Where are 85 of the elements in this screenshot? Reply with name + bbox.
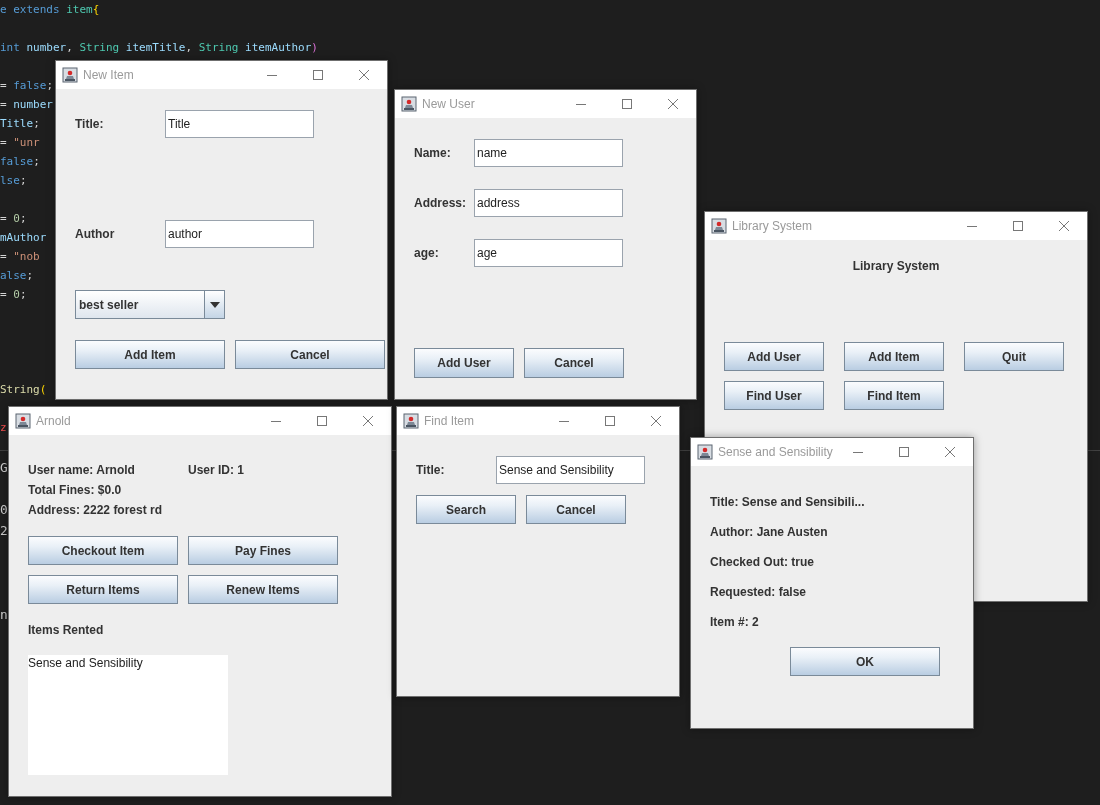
app-icon <box>403 413 419 429</box>
close-icon <box>358 69 370 81</box>
app-icon <box>401 96 417 112</box>
window-title: New Item <box>83 68 134 82</box>
action-button[interactable]: Find User <box>724 381 824 410</box>
text-field[interactable]: author <box>165 220 314 248</box>
field-label: Name: <box>414 146 452 160</box>
window-title: New User <box>422 97 475 111</box>
info-label: Item #: 2 <box>710 614 759 630</box>
action-button[interactable]: Cancel <box>526 495 626 524</box>
close-icon <box>944 446 956 458</box>
window-title: Library System <box>732 219 813 233</box>
maximize-icon <box>604 415 616 427</box>
action-button[interactable]: Add Item <box>844 342 944 371</box>
field-label: Title: <box>416 463 446 477</box>
code-line: alse; <box>0 268 34 284</box>
close-icon <box>667 98 679 110</box>
close-icon <box>1058 220 1070 232</box>
dropdown-arrow-icon <box>209 301 220 308</box>
code-line: = "unr <box>0 135 40 151</box>
text-field[interactable]: name <box>474 139 623 167</box>
code-line: = 0; <box>0 211 27 227</box>
window-title: Find Item <box>424 414 474 428</box>
code-line: int number, String itemTitle, String itemAuthor) <box>0 40 318 56</box>
field-label: age: <box>414 246 440 260</box>
terminal-line: 0 <box>0 501 8 519</box>
code-line: mAuthor <box>0 230 47 246</box>
app-icon <box>711 218 727 234</box>
action-button[interactable]: Return Items <box>28 575 178 604</box>
action-button[interactable]: OK <box>790 647 940 676</box>
code-line: Title; <box>0 116 40 132</box>
text-field[interactable]: Title <box>165 110 314 138</box>
field-label: Author <box>75 227 116 241</box>
code-line: e extends item{ <box>0 2 100 18</box>
app-icon <box>697 444 713 460</box>
info-label: Title: Sense and Sensibili... <box>710 494 865 510</box>
action-button[interactable]: Search <box>416 495 516 524</box>
action-button[interactable]: Quit <box>964 342 1064 371</box>
info-label: Address: 2222 forest rd <box>28 502 164 518</box>
maximize-icon <box>1012 220 1024 232</box>
action-button[interactable]: Checkout Item <box>28 536 178 565</box>
close-icon <box>362 415 374 427</box>
dialog-heading: Library System <box>852 258 940 274</box>
code-line: false; <box>0 154 40 170</box>
list-item[interactable]: Sense and Sensibility <box>28 655 143 671</box>
maximize-icon <box>312 69 324 81</box>
code-line: = number <box>0 97 53 113</box>
code-line: lse; <box>0 173 27 189</box>
maximize-icon <box>621 98 633 110</box>
field-label: Title: <box>75 117 105 131</box>
info-label: Items Rented <box>28 622 105 638</box>
field-label: Address: <box>414 196 467 210</box>
maximize-icon <box>316 415 328 427</box>
window-title: Arnold <box>36 414 71 428</box>
info-label: User ID: 1 <box>188 462 245 478</box>
action-button[interactable]: Cancel <box>235 340 385 369</box>
text-field[interactable]: Sense and Sensibility <box>496 456 645 484</box>
action-button[interactable]: Add User <box>724 342 824 371</box>
action-button[interactable]: Add Item <box>75 340 225 369</box>
info-label: Checked Out: true <box>710 554 814 570</box>
terminal-line: G <box>0 459 8 477</box>
info-label: Author: Jane Austen <box>710 524 828 540</box>
code-line: = "nob <box>0 249 40 265</box>
code-line: z <box>0 420 7 436</box>
action-button[interactable]: Add User <box>414 348 514 378</box>
info-label: User name: Arnold <box>28 462 136 478</box>
dropdown[interactable]: best seller <box>75 290 225 319</box>
action-button[interactable]: Cancel <box>524 348 624 378</box>
window-title: Sense and Sensibility <box>718 445 833 459</box>
code-line: = false; <box>0 78 53 94</box>
terminal-line: n <box>0 606 8 624</box>
text-field[interactable]: age <box>474 239 623 267</box>
action-button[interactable]: Pay Fines <box>188 536 338 565</box>
code-line: = 0; <box>0 287 27 303</box>
app-icon <box>15 413 31 429</box>
close-icon <box>650 415 662 427</box>
action-button[interactable]: Find Item <box>844 381 944 410</box>
text-field[interactable]: address <box>474 189 623 217</box>
info-label: Total Fines: $0.0 <box>28 482 123 498</box>
app-icon <box>62 67 78 83</box>
info-label: Requested: false <box>710 584 807 600</box>
maximize-icon <box>898 446 910 458</box>
action-button[interactable]: Renew Items <box>188 575 338 604</box>
code-line: String( <box>0 382 47 398</box>
terminal-line: 2 <box>0 522 8 540</box>
